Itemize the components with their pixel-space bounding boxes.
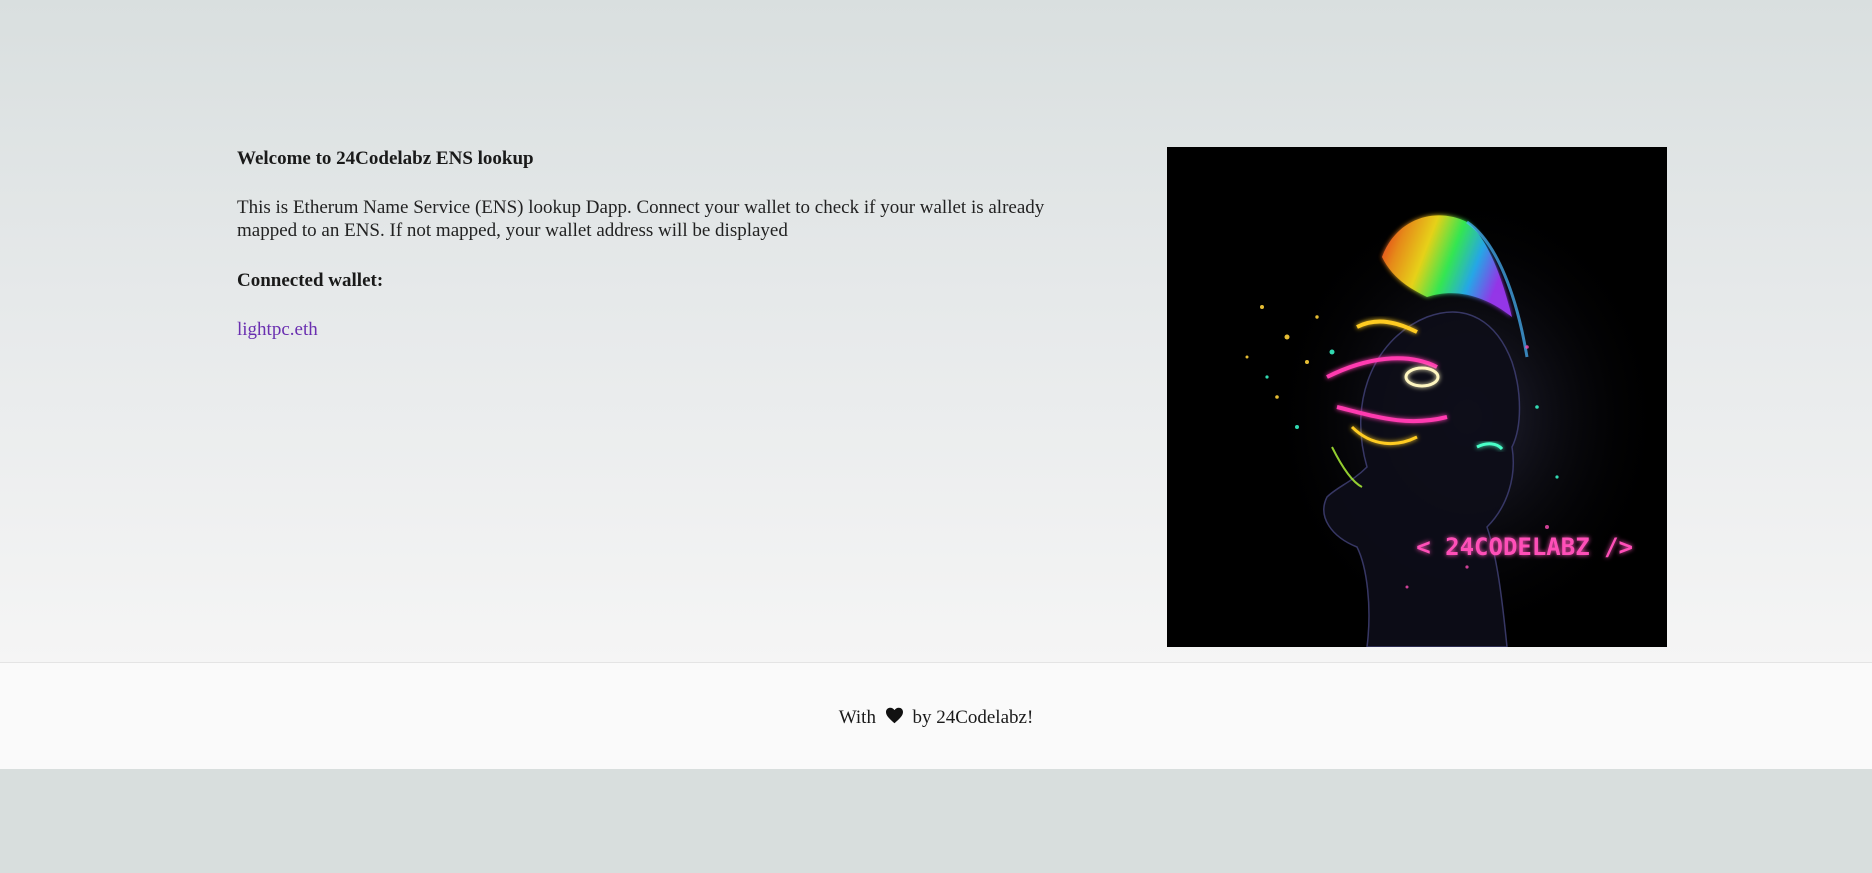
neon-head-artwork: < 24CODELABZ /> <box>1167 147 1667 647</box>
artwork-logo-text: < 24CODELABZ /> <box>1416 533 1633 561</box>
connected-wallet-heading: Connected wallet: <box>237 270 384 291</box>
footer: With by 24Codelabz! <box>0 663 1872 769</box>
footer-credit: With by 24Codelabz! <box>0 706 1872 731</box>
hero-section: Welcome to 24Codelabz ENS lookup This is… <box>0 0 1872 663</box>
footer-prefix: With <box>838 707 876 728</box>
wallet-ens-name: lightpc.eth <box>237 319 318 340</box>
footer-suffix: by 24Codelabz! <box>912 707 1034 728</box>
heart-icon <box>885 707 904 731</box>
app-description: This is Etherum Name Service (ENS) looku… <box>237 197 1045 241</box>
intro-content: Welcome to 24Codelabz ENS lookup This is… <box>237 147 1097 342</box>
page-title: Welcome to 24Codelabz ENS lookup <box>237 148 534 169</box>
